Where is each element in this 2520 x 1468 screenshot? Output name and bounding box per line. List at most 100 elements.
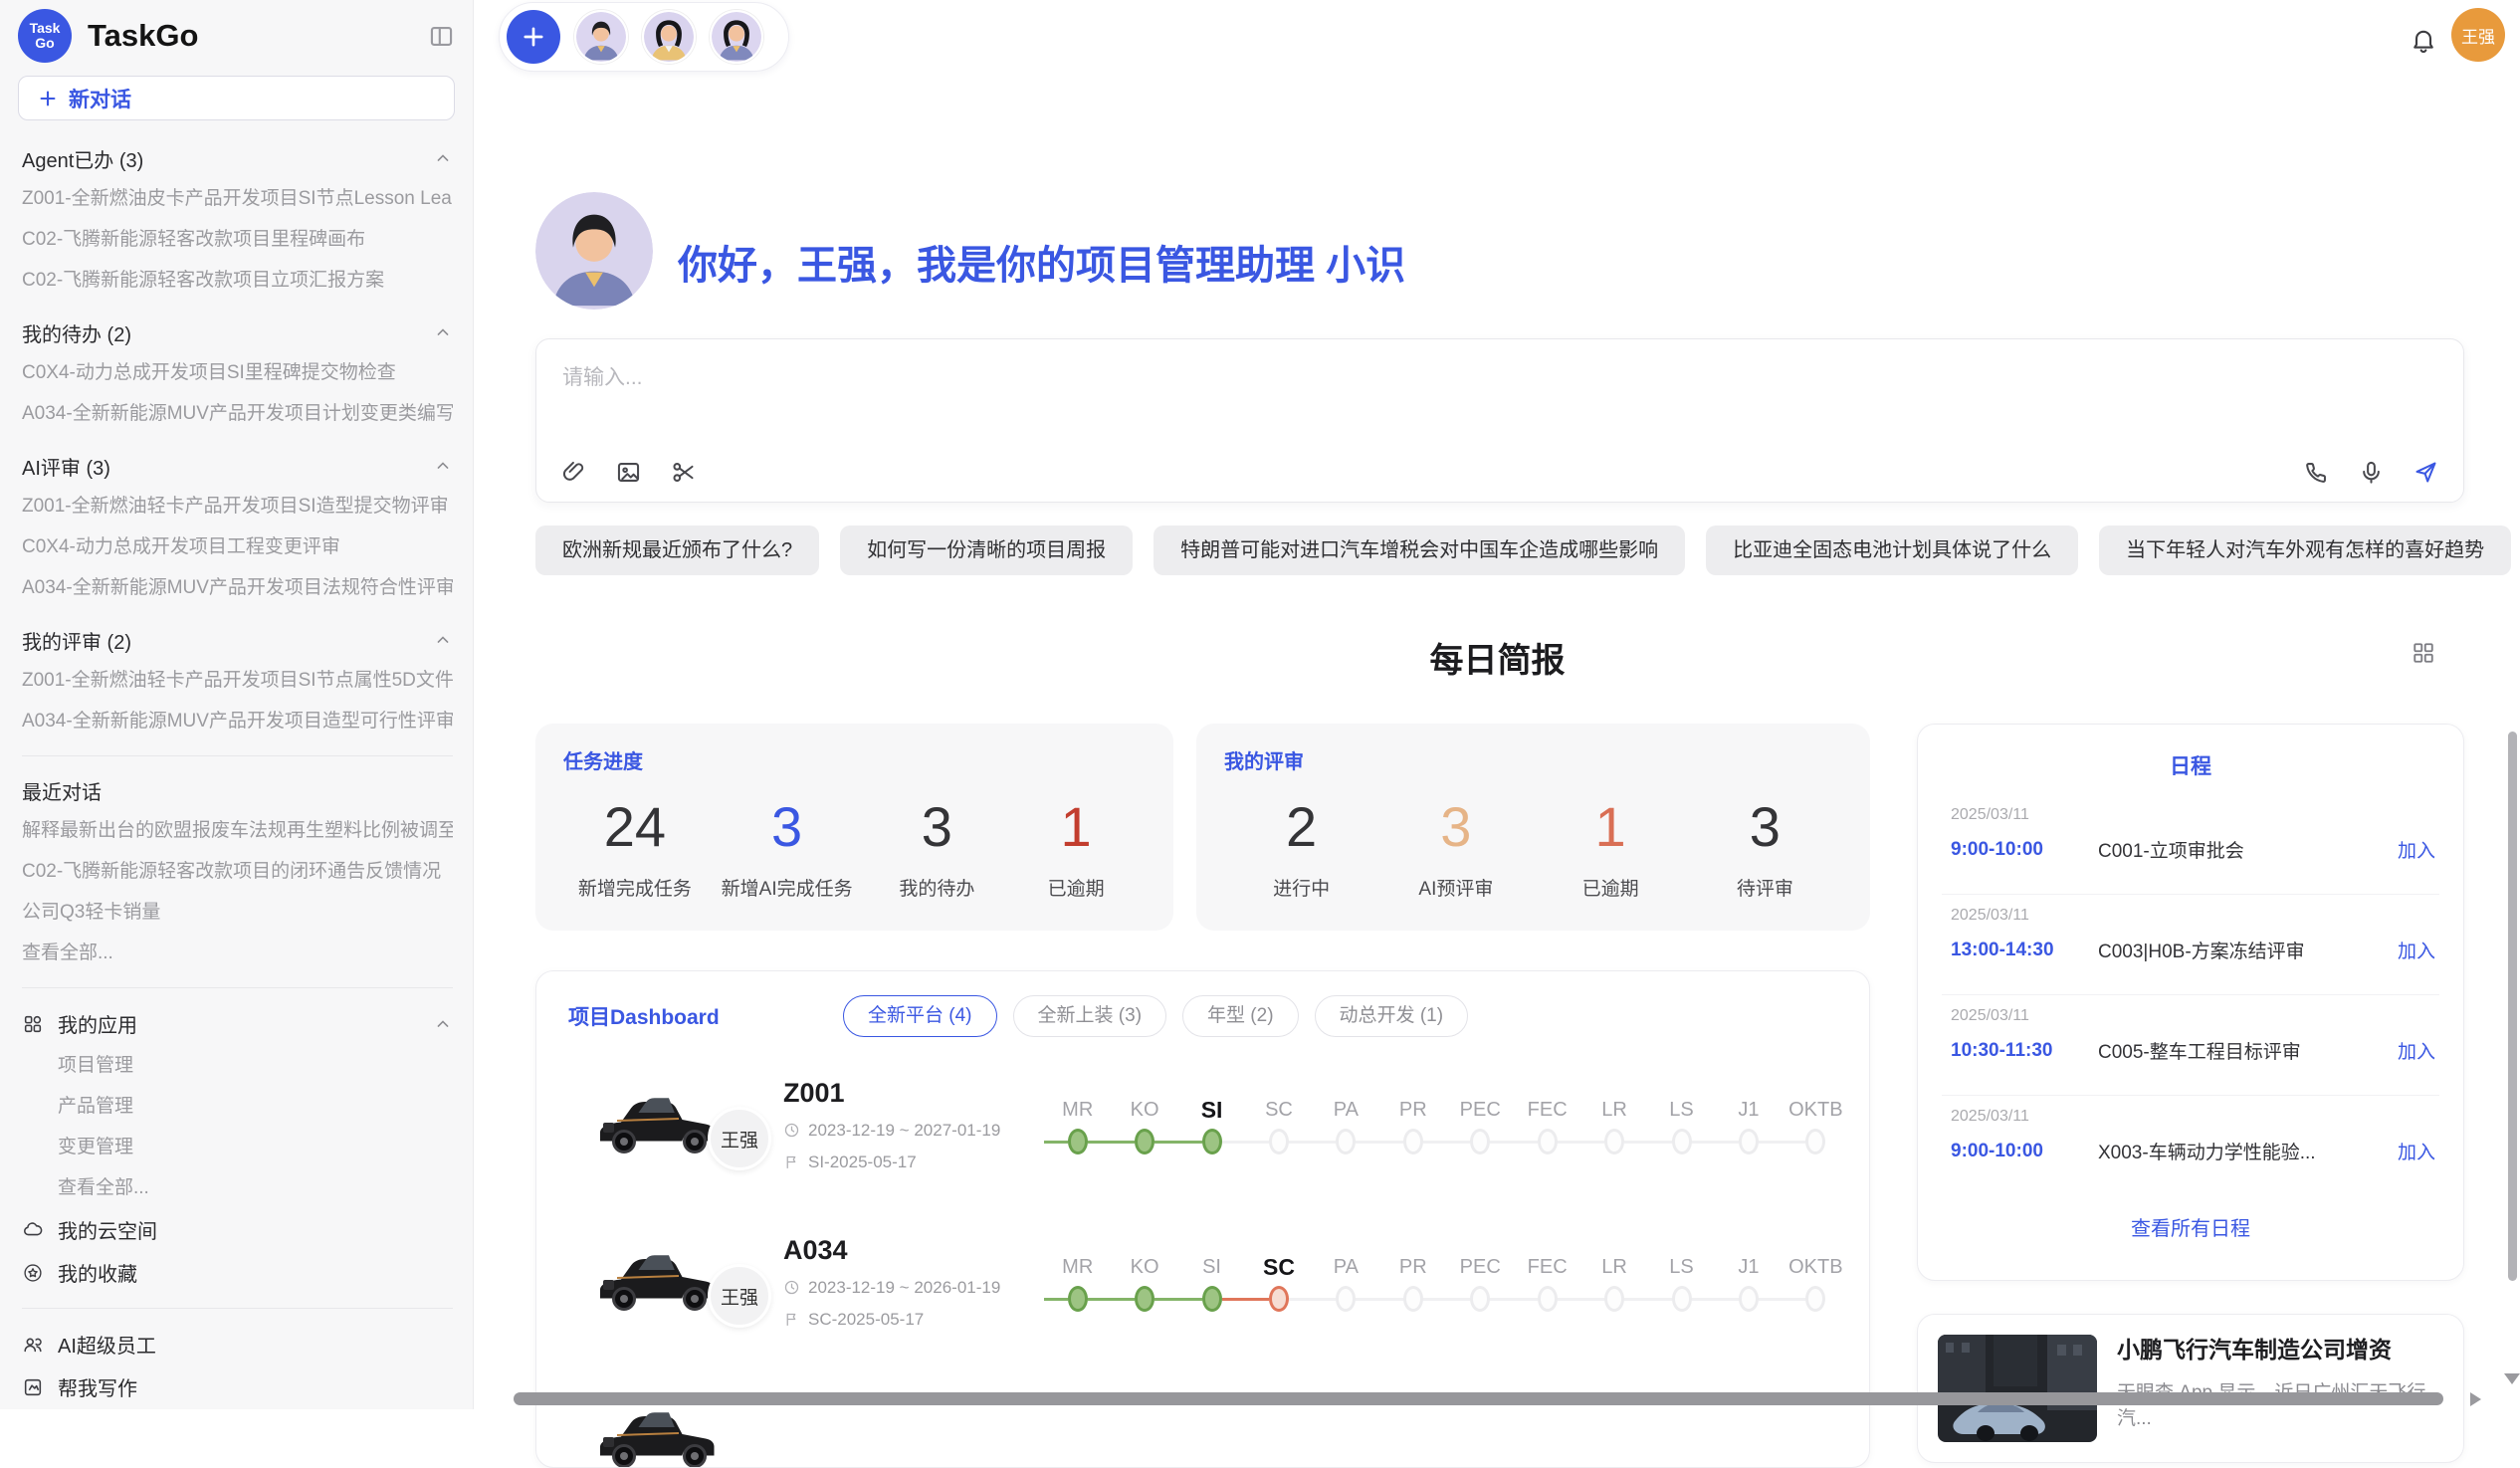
milestone-dot[interactable] [1202, 1286, 1222, 1312]
view-all-schedule-link[interactable]: 查看所有日程 [1918, 1212, 2463, 1241]
avatar[interactable] [642, 10, 696, 64]
collapse-sidebar-icon[interactable] [428, 23, 455, 50]
sidebar-item-cloud[interactable]: 我的云空间 [22, 1208, 453, 1251]
join-meeting-link[interactable]: 加入 [2398, 1037, 2435, 1064]
chat-input[interactable]: 请输入... [535, 338, 2464, 503]
app-sub-item[interactable]: 查看全部... [22, 1167, 453, 1208]
milestone-line [1222, 1141, 1246, 1144]
suggestion-chip[interactable]: 比亚迪全固态电池计划具体说了什么 [1706, 525, 2078, 575]
notification-bell-icon[interactable] [2410, 26, 2437, 54]
sidebar-item[interactable]: A034-全新新能源MUV产品开发项目法规符合性评审 [22, 567, 453, 608]
milestone-dot[interactable] [1403, 1286, 1423, 1312]
recent-chat-item[interactable]: 解释最新出台的欧盟报废车法规再生塑料比例被调至15%... [22, 810, 453, 851]
milestone-dot[interactable] [1604, 1286, 1624, 1312]
horizontal-scrollbar[interactable] [514, 1392, 2443, 1405]
sidebar-item[interactable]: C02-飞腾新能源轻客改款项目里程碑画布 [22, 219, 453, 260]
milestone-dot[interactable] [1538, 1286, 1558, 1312]
milestone: SI [1178, 1250, 1245, 1284]
sidebar-item[interactable]: Z001-全新燃油皮卡产品开发项目SI节点Lesson Learn报告 [22, 178, 453, 219]
recent-chat-item[interactable]: C02-飞腾新能源轻客改款项目的闭环通告反馈情况 [22, 851, 453, 892]
new-chat-button[interactable]: 新对话 [18, 76, 455, 120]
milestone-dot[interactable] [1068, 1286, 1088, 1312]
project-code[interactable]: A034 [783, 1235, 1044, 1266]
milestone-dot[interactable] [1336, 1129, 1356, 1154]
suggestion-chip[interactable]: 如何写一份清晰的项目周报 [840, 525, 1133, 575]
dashboard-tab[interactable]: 全新平台 (4) [843, 995, 997, 1037]
chevron-up-icon[interactable] [433, 322, 453, 342]
sidebar-item-my-apps[interactable]: 我的应用 [22, 1002, 453, 1045]
recent-chat-item[interactable]: 公司Q3轻卡销量 [22, 892, 453, 933]
milestone-label: KO [1111, 1093, 1177, 1127]
chevron-up-icon[interactable] [433, 456, 453, 476]
app-sub-item[interactable]: 产品管理 [22, 1086, 453, 1127]
milestone-dot[interactable] [1202, 1129, 1222, 1154]
suggestion-chip[interactable]: 欧洲新规最近颁布了什么? [535, 525, 819, 575]
recent-chat-item[interactable]: 查看全部... [22, 933, 453, 973]
join-meeting-link[interactable]: 加入 [2398, 836, 2435, 863]
paperclip-icon[interactable] [560, 459, 587, 486]
milestone-dot[interactable] [1604, 1129, 1624, 1154]
app-sub-item[interactable]: 变更管理 [22, 1127, 453, 1167]
avatar[interactable] [574, 10, 628, 64]
milestone-dot[interactable] [1672, 1286, 1692, 1312]
send-icon[interactable] [2413, 459, 2439, 486]
milestone-dot-cell [1111, 1127, 1177, 1156]
sidebar-tool-people[interactable]: AI超级员工 [22, 1323, 453, 1365]
milestone-dot[interactable] [1135, 1286, 1155, 1312]
milestone-dot[interactable] [1135, 1129, 1155, 1154]
vertical-scrollbar[interactable] [2508, 732, 2517, 1281]
sidebar-item[interactable]: A034-全新新能源MUV产品开发项目造型可行性评审 [22, 701, 453, 741]
milestone-dot[interactable] [1336, 1286, 1356, 1312]
sidebar-item[interactable]: Z001-全新燃油轻卡产品开发项目SI造型提交物评审 [22, 486, 453, 526]
sidebar-item[interactable]: A034-全新新能源MUV产品开发项目计划变更类编写 [22, 393, 453, 434]
image-icon[interactable] [615, 459, 642, 486]
join-meeting-link[interactable]: 加入 [2398, 937, 2435, 963]
project-row-partial [536, 1373, 1855, 1468]
milestone-dot[interactable] [1269, 1129, 1289, 1154]
milestone-dot[interactable] [1739, 1286, 1759, 1312]
milestone-dot[interactable] [1805, 1129, 1825, 1154]
briefing-layout-icon[interactable] [2410, 639, 2437, 667]
mic-icon[interactable] [2358, 459, 2385, 486]
join-meeting-link[interactable]: 加入 [2398, 1138, 2435, 1164]
milestone-dot[interactable] [1538, 1129, 1558, 1154]
chevron-up-icon[interactable] [433, 148, 453, 168]
scissors-icon[interactable] [670, 459, 697, 486]
car-image [594, 1230, 726, 1322]
scroll-down-arrow[interactable] [2504, 1373, 2520, 1384]
chevron-up-icon[interactable] [433, 630, 453, 650]
dashboard-tab[interactable]: 年型 (2) [1182, 995, 1299, 1037]
milestone-dot[interactable] [1269, 1286, 1289, 1312]
app-sub-item[interactable]: 项目管理 [22, 1045, 453, 1086]
sidebar-item[interactable]: C0X4-动力总成开发项目工程变更评审 [22, 526, 453, 567]
milestone-dot[interactable] [1805, 1286, 1825, 1312]
add-session-button[interactable] [507, 10, 560, 64]
suggestion-chip[interactable]: 特朗普可能对进口汽车增税会对中国车企造成哪些影响 [1154, 525, 1685, 575]
phone-icon[interactable] [2303, 459, 2330, 486]
sidebar-item[interactable]: C02-飞腾新能源轻客改款项目立项汇报方案 [22, 260, 453, 301]
milestone-dot[interactable] [1739, 1129, 1759, 1154]
stat-value: 1 [1556, 784, 1665, 870]
avatar[interactable] [710, 10, 763, 64]
sidebar-item-star[interactable]: 我的收藏 [22, 1251, 453, 1294]
milestone-dot[interactable] [1672, 1129, 1692, 1154]
user-avatar[interactable]: 王强 [2451, 8, 2505, 62]
sidebar-item[interactable]: Z001-全新燃油轻卡产品开发项目SI节点属性5D文件评审 [22, 660, 453, 701]
milestone-dot[interactable] [1470, 1286, 1490, 1312]
project-code[interactable]: Z001 [783, 1078, 1044, 1109]
milestone-dot[interactable] [1068, 1129, 1088, 1154]
dashboard-tab[interactable]: 动总开发 (1) [1315, 995, 1469, 1037]
milestone-dot[interactable] [1470, 1129, 1490, 1154]
milestone: FEC [1514, 1250, 1580, 1284]
project-row: 王强A0342023-12-19 ~ 2026-01-19SC-2025-05-… [536, 1216, 1855, 1348]
dashboard-tab[interactable]: 全新上装 (3) [1013, 995, 1167, 1037]
milestone-dot[interactable] [1403, 1129, 1423, 1154]
scroll-right-arrow[interactable] [2470, 1392, 2481, 1406]
sidebar-tool-write[interactable]: 帮我写作 [22, 1365, 453, 1408]
news-card[interactable]: 小鹏飞行汽车制造公司增资 天眼查 App 显示，近日广州汇天飞行汽... [1917, 1314, 2464, 1463]
schedule-meeting-title: C003|H0B-方案冻结评审 [2098, 937, 2398, 963]
milestone-line [1624, 1141, 1648, 1144]
sidebar-item[interactable]: C0X4-动力总成开发项目SI里程碑提交物检查 [22, 352, 453, 393]
suggestion-chip[interactable]: 当下年轻人对汽车外观有怎样的喜好趋势 [2099, 525, 2511, 575]
input-toolbar-left [560, 459, 697, 486]
